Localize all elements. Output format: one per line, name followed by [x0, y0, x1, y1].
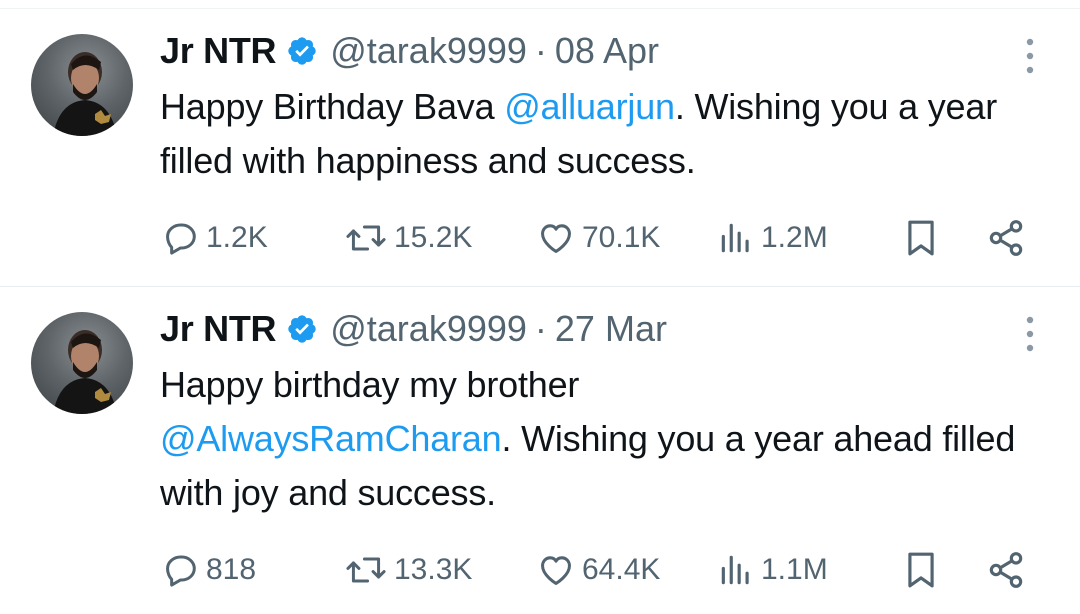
- heart-icon: [541, 556, 571, 585]
- handle[interactable]: @tarak9999: [330, 308, 527, 350]
- tweet[interactable]: Jr NTR @tarak9999 · 27 Mar Happy birthda…: [0, 288, 1080, 614]
- separator: ·: [534, 30, 547, 71]
- like-count: 70.1K: [582, 221, 661, 254]
- repost-button[interactable]: 15.2K: [344, 213, 472, 263]
- separator: ·: [534, 308, 547, 349]
- avatar-photo-icon: [53, 52, 117, 136]
- repost-button[interactable]: 13.3K: [344, 545, 472, 595]
- tweet-text-part: Happy birthday my brother: [160, 364, 580, 405]
- tweet[interactable]: Jr NTR @tarak9999 · 08 Apr Happy Birthda…: [0, 10, 1080, 287]
- reply-icon: [166, 223, 196, 255]
- views-button[interactable]: 1.1M: [717, 545, 828, 595]
- tweet-text: Happy Birthday Bava @alluarjun. Wishing …: [160, 80, 1040, 188]
- mention-link[interactable]: @AlwaysRamCharan: [160, 418, 502, 459]
- bookmark-icon: [908, 220, 934, 256]
- repost-count: 15.2K: [394, 221, 473, 254]
- tweet-text-part: Happy Birthday Bava: [160, 86, 505, 127]
- reply-button[interactable]: 1.2K: [162, 213, 268, 263]
- mention-link[interactable]: @alluarjun: [504, 86, 675, 127]
- avatar[interactable]: [31, 312, 133, 414]
- share-button[interactable]: [986, 545, 1026, 595]
- more-vertical-icon[interactable]: [1020, 36, 1040, 76]
- reply-count: 818: [206, 553, 257, 586]
- share-button[interactable]: [986, 213, 1026, 263]
- reply-count: 1.2K: [206, 221, 268, 254]
- more-vertical-icon[interactable]: [1020, 314, 1040, 354]
- share-icon: [989, 552, 1023, 588]
- repost-count: 13.3K: [394, 553, 473, 586]
- display-name[interactable]: Jr NTR: [160, 30, 277, 72]
- heart-icon: [541, 224, 571, 253]
- bookmark-button[interactable]: [902, 545, 940, 595]
- tweet-actions: 1.2K 15.2K 70.1K 1.2M: [160, 213, 1040, 263]
- handle[interactable]: @tarak9999: [330, 30, 527, 72]
- like-count: 64.4K: [582, 553, 661, 586]
- verified-badge-icon: [288, 37, 316, 65]
- verified-badge-icon: [288, 315, 316, 343]
- views-count: 1.1M: [761, 553, 828, 586]
- repost-icon: [346, 225, 386, 251]
- repost-icon: [346, 557, 386, 583]
- bookmark-button[interactable]: [902, 213, 940, 263]
- reply-button[interactable]: 818: [162, 545, 256, 595]
- avatar-photo-icon: [53, 330, 117, 414]
- display-name[interactable]: Jr NTR: [160, 308, 277, 350]
- tweet-actions: 818 13.3K 64.4K 1.1M: [160, 545, 1040, 595]
- like-button[interactable]: 64.4K: [536, 545, 660, 595]
- timestamp[interactable]: 08 Apr: [555, 30, 659, 72]
- share-icon: [989, 220, 1023, 256]
- avatar[interactable]: [31, 34, 133, 136]
- bookmark-icon: [908, 552, 934, 588]
- tweet-header: Jr NTR @tarak9999 · 08 Apr: [160, 28, 659, 74]
- tweet-header: Jr NTR @tarak9999 · 27 Mar: [160, 306, 667, 352]
- top-divider: [0, 0, 1080, 9]
- timestamp[interactable]: 27 Mar: [555, 308, 667, 350]
- tweet-text: Happy birthday my brother @AlwaysRamChara…: [160, 358, 1040, 520]
- views-count: 1.2M: [761, 221, 828, 254]
- reply-icon: [166, 555, 196, 587]
- views-button[interactable]: 1.2M: [717, 213, 828, 263]
- views-icon: [721, 555, 749, 585]
- views-icon: [721, 223, 749, 253]
- like-button[interactable]: 70.1K: [536, 213, 660, 263]
